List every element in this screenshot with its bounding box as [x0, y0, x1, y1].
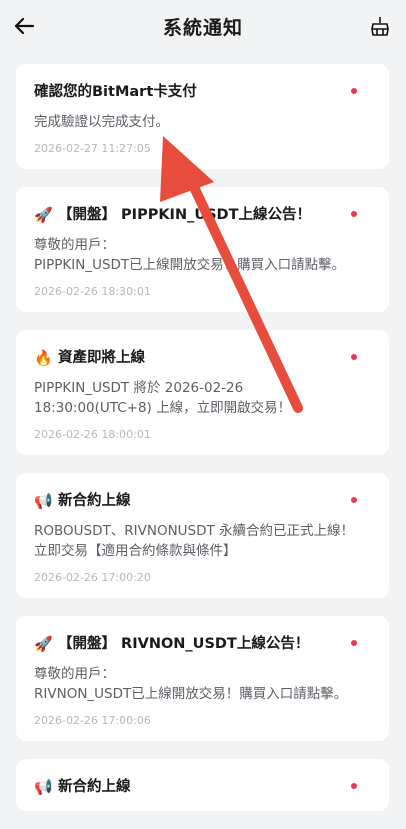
unread-dot — [351, 640, 357, 646]
notification-body: 尊敬的用戶： PIPPKIN_USDT已上線開放交易！購買入口請點擊。 — [34, 237, 346, 273]
notification-body: PIPPKIN_USDT 將於 2026-02-26 18:30:00(UTC+… — [34, 380, 292, 416]
notification-card[interactable]: 🚀 【開盤】 RIVNON_USDT上線公告！ 尊敬的用戶： RIVNON_USDT… — [16, 616, 389, 741]
broom-icon — [371, 17, 389, 36]
notification-emoji-icon: 🔥 — [34, 349, 53, 367]
notification-emoji-icon: 📢 — [34, 492, 53, 510]
notification-body: 尊敬的用戶： RIVNON_USDT已上線開放交易！購買入口請點擊。 — [34, 666, 348, 702]
notification-title-row: 🚀 【開盤】 RIVNON_USDT上線公告！ — [34, 634, 359, 654]
notification-title: 【開盤】 RIVNON_USDT上線公告！ — [58, 636, 310, 652]
notification-title: 新合約上線 — [58, 493, 131, 509]
unread-dot — [351, 783, 357, 789]
notification-title: 確認您的BitMart卡支付 — [34, 84, 197, 100]
notification-emoji-icon: 📢 — [34, 778, 53, 796]
notification-card[interactable]: 📢 新合約上線 — [16, 759, 389, 811]
notification-timestamp: 2026-02-26 18:00:01 — [34, 428, 151, 441]
notification-title-row: 📢 新合約上線 — [34, 491, 359, 511]
notification-body: 完成驗證以完成支付。 — [34, 114, 169, 130]
notification-title-row: 🔥 資產即將上線 — [34, 348, 359, 368]
unread-dot — [351, 211, 357, 217]
notification-title: 資產即將上線 — [58, 350, 145, 366]
notification-card[interactable]: 🔥 資產即將上線 PIPPKIN_USDT 將於 2026-02-26 18:30:… — [16, 330, 389, 455]
arrow-left-icon — [14, 17, 35, 35]
notification-card[interactable]: 🚀 【開盤】 PIPPKIN_USDT上線公告！ 尊敬的用戶： PIPPKIN_US… — [16, 187, 389, 312]
notification-title-row: 確認您的BitMart卡支付 — [34, 82, 359, 102]
clear-notifications-button[interactable] — [364, 10, 396, 42]
notification-body: ROBOUSDT、RIVNONUSDT 永續合約已正式上線！立即交易【適用合約條… — [34, 523, 355, 559]
back-button[interactable] — [8, 10, 40, 42]
notification-emoji-icon: 🚀 — [34, 635, 53, 653]
notification-timestamp: 2026-02-26 17:00:06 — [34, 714, 151, 727]
notification-timestamp: 2026-02-27 11:27:05 — [34, 142, 151, 155]
notification-timestamp: 2026-02-26 17:00:20 — [34, 571, 151, 584]
notification-title-row: 📢 新合約上線 — [34, 777, 359, 797]
top-bar: 系統通知 — [0, 0, 406, 52]
notification-title: 新合約上線 — [58, 779, 131, 795]
notification-timestamp: 2026-02-26 18:30:01 — [34, 285, 151, 298]
notification-list: 確認您的BitMart卡支付 完成驗證以完成支付。 2026-02-27 11:27… — [16, 64, 389, 829]
notification-card[interactable]: 確認您的BitMart卡支付 完成驗證以完成支付。 2026-02-27 11:27… — [16, 64, 389, 169]
notification-title: 【開盤】 PIPPKIN_USDT上線公告！ — [58, 207, 311, 223]
unread-dot — [351, 354, 357, 360]
notification-card[interactable]: 📢 新合約上線 ROBOUSDT、RIVNONUSDT 永續合約已正式上線！立即交易… — [16, 473, 389, 598]
unread-dot — [351, 497, 357, 503]
notification-title-row: 🚀 【開盤】 PIPPKIN_USDT上線公告！ — [34, 205, 359, 225]
unread-dot — [351, 88, 357, 94]
page-title: 系統通知 — [162, 16, 243, 39]
notification-emoji-icon: 🚀 — [34, 206, 53, 224]
